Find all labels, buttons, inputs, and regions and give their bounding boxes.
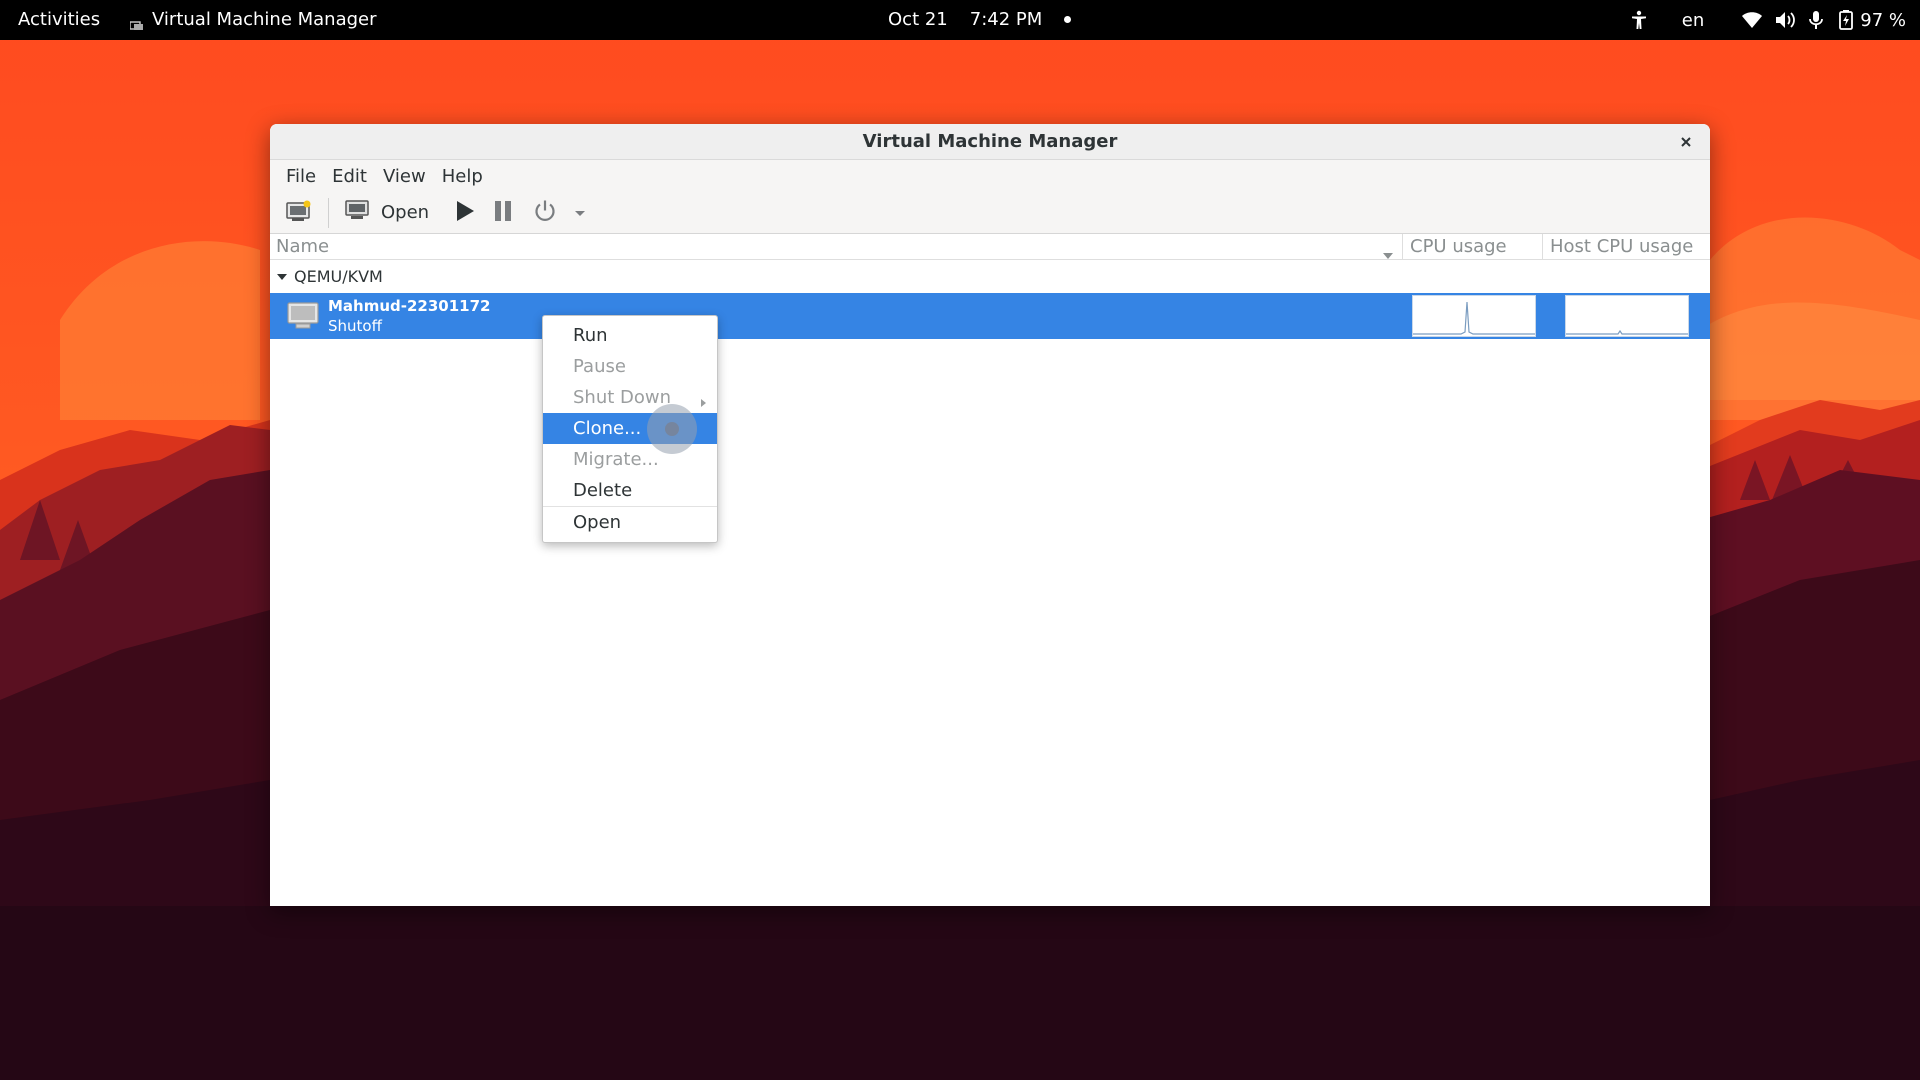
connection-label: QEMU/KVM	[294, 267, 383, 286]
toolbar-separator	[328, 197, 329, 228]
vm-status: Shutoff	[328, 317, 382, 335]
menu-file[interactable]: File	[278, 166, 324, 187]
clock-date: Oct 21	[888, 9, 948, 30]
context-menu-delete[interactable]: Delete	[543, 475, 717, 506]
shut-down-label: Shut Down	[573, 387, 672, 408]
play-icon	[455, 200, 475, 226]
run-button[interactable]	[449, 196, 481, 230]
dropdown-arrow-icon	[573, 203, 587, 222]
monitor-icon	[345, 200, 369, 225]
shutdown-dropdown-button[interactable]	[567, 196, 593, 230]
column-host-cpu-label: Host CPU usage	[1550, 236, 1694, 257]
menu-view[interactable]: View	[375, 166, 434, 187]
pause-icon	[493, 200, 513, 226]
cpu-usage-graph	[1412, 295, 1536, 337]
clock[interactable]: Oct 21 7:42 PM	[888, 9, 1072, 30]
expander-down-icon[interactable]	[276, 267, 288, 286]
window-titlebar[interactable]: Virtual Machine Manager	[270, 124, 1710, 160]
microphone-icon[interactable]	[1806, 8, 1826, 32]
close-icon[interactable]	[1674, 130, 1698, 154]
battery-percentage: 97 %	[1860, 9, 1906, 31]
context-menu-open[interactable]: Open	[543, 506, 717, 537]
activities-button[interactable]: Activities	[18, 9, 100, 30]
context-menu-run[interactable]: Run	[543, 320, 717, 351]
new-vm-button[interactable]	[280, 196, 318, 230]
menu-help[interactable]: Help	[434, 166, 491, 187]
host-cpu-usage-graph	[1565, 295, 1689, 337]
open-button-label: Open	[381, 202, 430, 223]
power-icon	[533, 199, 557, 227]
volume-icon[interactable]	[1774, 8, 1798, 32]
column-header-name[interactable]: Name	[270, 233, 1403, 260]
column-header-host-cpu-usage[interactable]: Host CPU usage	[1543, 234, 1703, 260]
system-tray[interactable]: en 97 %	[1626, 8, 1906, 32]
connection-group-row[interactable]: QEMU/KVM	[270, 260, 1710, 293]
app-menu[interactable]: Virtual Machine Manager	[129, 9, 377, 30]
app-menu-label: Virtual Machine Manager	[152, 9, 377, 30]
clock-time: 7:42 PM	[969, 9, 1043, 30]
accessibility-icon[interactable]	[1626, 8, 1652, 32]
new-vm-icon	[286, 200, 312, 226]
vm-name: Mahmud-22301172	[328, 297, 491, 315]
column-cpu-label: CPU usage	[1410, 236, 1507, 257]
column-header-cpu-usage[interactable]: CPU usage	[1403, 233, 1543, 260]
context-menu-migrate[interactable]: Migrate...	[543, 444, 717, 475]
window-title: Virtual Machine Manager	[862, 131, 1118, 152]
context-menu-shut-down[interactable]: Shut Down	[543, 382, 717, 413]
context-menu-pause[interactable]: Pause	[543, 351, 717, 382]
battery-icon[interactable]	[1836, 8, 1856, 32]
gnome-top-bar: Activities Virtual Machine Manager Oct 2…	[0, 0, 1920, 40]
column-name-label: Name	[276, 236, 330, 257]
toolbar: Open	[270, 192, 1710, 234]
open-button[interactable]: Open	[339, 196, 435, 230]
menu-edit[interactable]: Edit	[324, 166, 375, 187]
cursor-click-indicator	[647, 404, 697, 454]
vm-row-selected[interactable]: Mahmud-22301172 Shutoff	[270, 293, 1710, 339]
vm-list-header: Name CPU usage Host CPU usage	[270, 233, 1710, 260]
language-indicator[interactable]: en	[1682, 8, 1704, 32]
submenu-arrow-icon	[700, 392, 707, 413]
vm-monitor-icon	[287, 302, 319, 334]
wifi-icon[interactable]	[1740, 8, 1764, 32]
vm-manager-window: Virtual Machine Manager File Edit View H…	[270, 124, 1710, 906]
vm-manager-app-icon	[129, 15, 144, 30]
menu-bar: File Edit View Help	[270, 160, 1710, 192]
cursor-core	[665, 422, 679, 436]
pause-button[interactable]	[487, 196, 519, 230]
shutdown-button[interactable]	[527, 196, 563, 230]
notification-dot-icon	[1064, 16, 1072, 23]
sort-arrow-icon	[1382, 244, 1394, 265]
